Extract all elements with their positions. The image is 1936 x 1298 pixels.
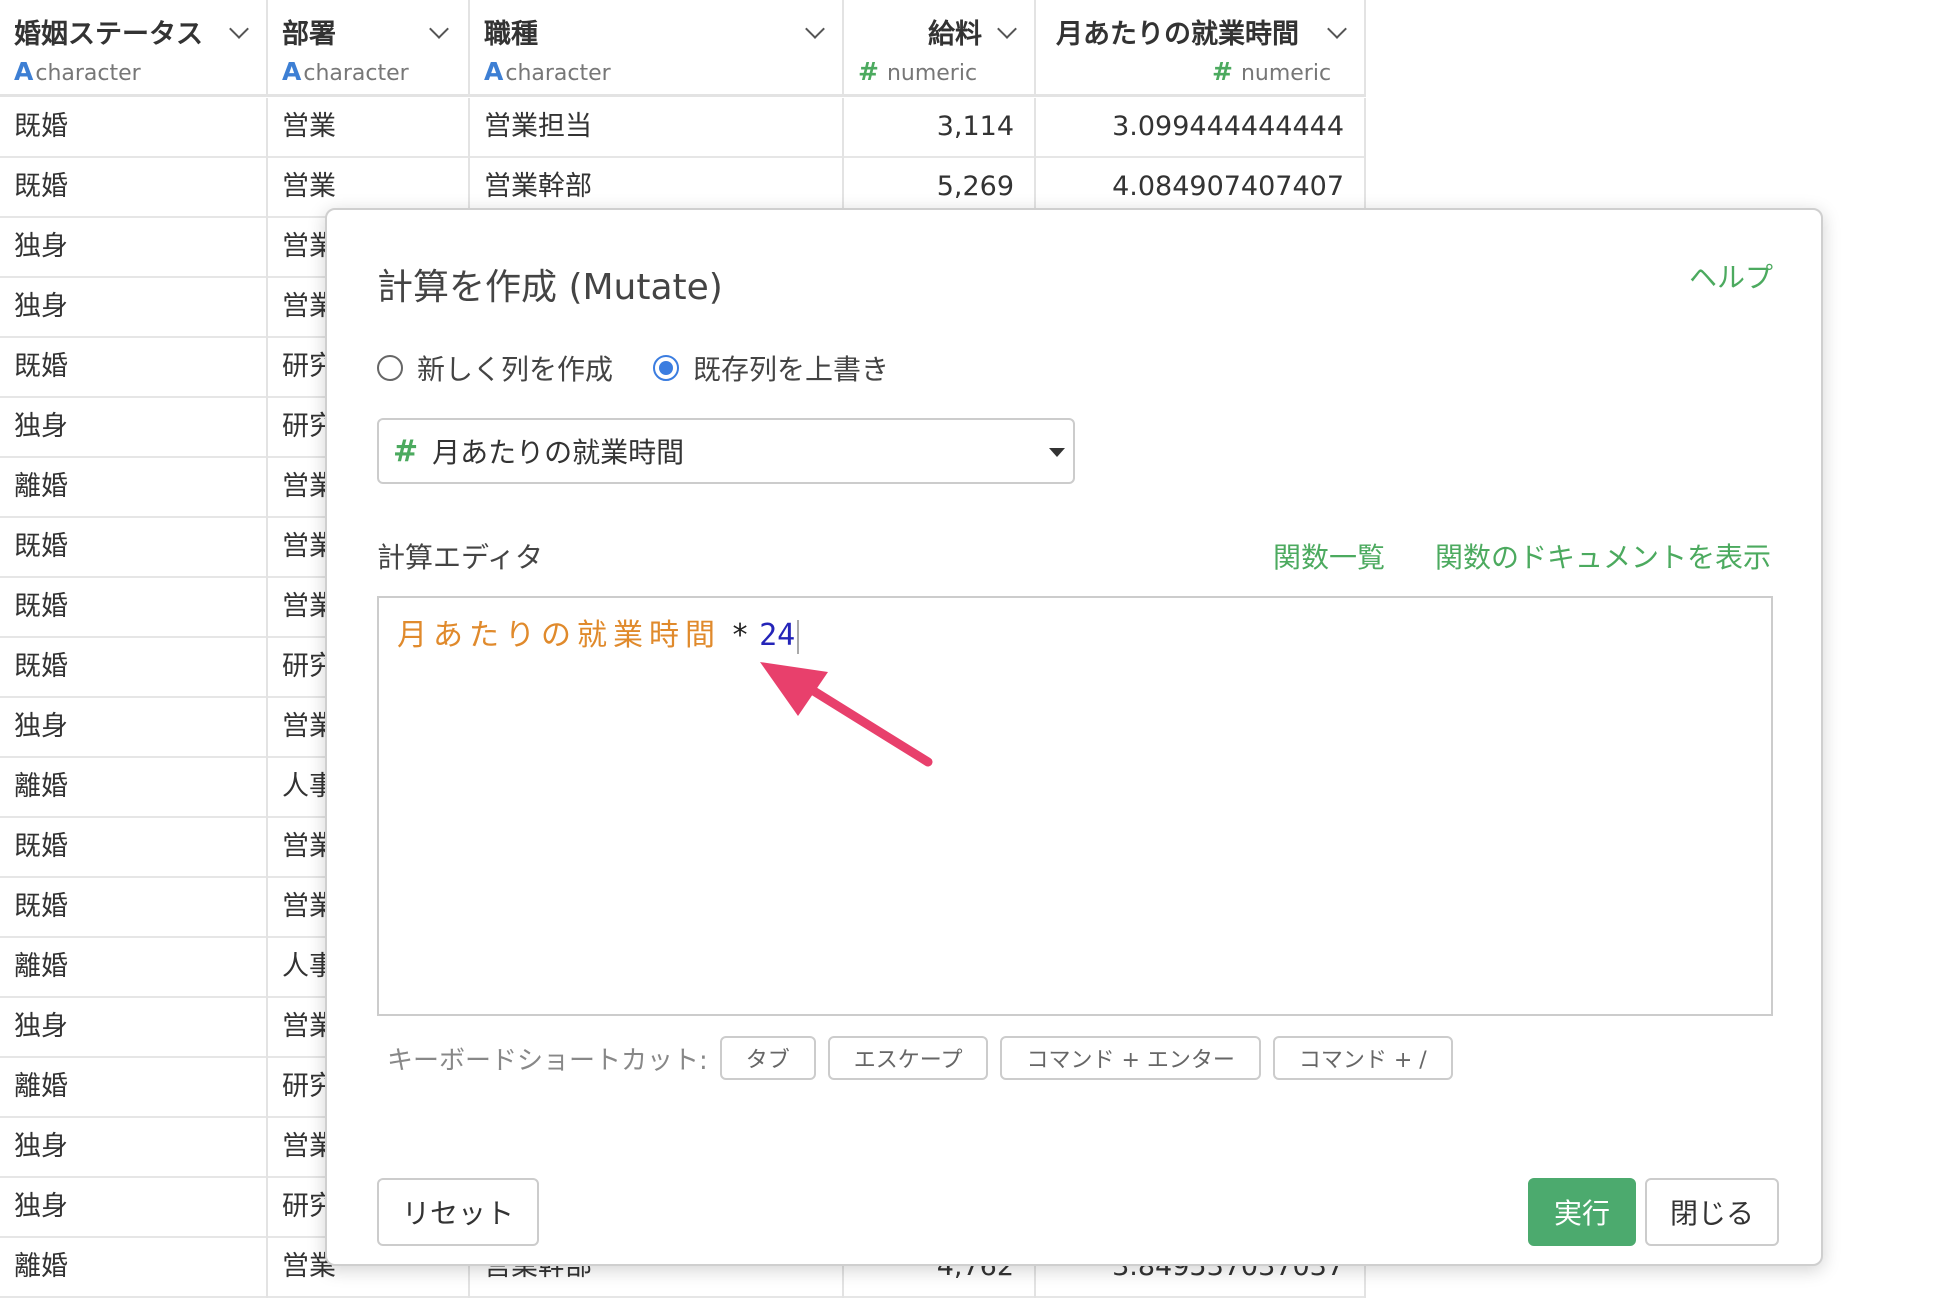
radio-overwrite-column-label[interactable]: 既存列を上書き	[693, 348, 889, 388]
table-cell: 離婚	[0, 1058, 268, 1118]
text-cursor	[797, 619, 800, 654]
chevron-down-icon[interactable]	[997, 19, 1017, 39]
table-cell: 独身	[0, 1118, 268, 1178]
character-type-icon: A	[484, 57, 504, 86]
column-select-value: 月あたりの就業時間	[432, 436, 685, 469]
column-header-monthly-hours[interactable]: 月あたりの就業時間 # numeric	[1036, 0, 1366, 97]
table-cell: 既婚	[0, 98, 268, 158]
table-cell: 離婚	[0, 758, 268, 818]
table-cell: 離婚	[0, 458, 268, 518]
table-cell: 既婚	[0, 818, 268, 878]
function-docs-link[interactable]: 関数のドキュメントを表示	[1435, 536, 1771, 576]
expression-column-token: 月あたりの就業時間	[397, 618, 721, 653]
shortcut-escape: エスケープ	[827, 1036, 989, 1080]
table-cell: 独身	[0, 398, 268, 458]
table-cell: 独身	[0, 218, 268, 278]
editor-label: 計算エディタ	[377, 541, 544, 574]
table-cell: 独身	[0, 1178, 268, 1238]
numeric-type-icon: #	[1212, 57, 1233, 86]
table-cell: 既婚	[0, 338, 268, 398]
dropdown-caret-icon	[1049, 448, 1065, 457]
shortcut-cmd-enter: コマンド + エンター	[1000, 1036, 1261, 1080]
help-link[interactable]: ヘルプ	[1689, 256, 1773, 296]
reset-button[interactable]: リセット	[377, 1178, 539, 1246]
table-cell: 独身	[0, 698, 268, 758]
expression-operator-token: *	[731, 618, 750, 653]
expression-editor[interactable]: 月あたりの就業時間 * 24	[377, 596, 1773, 1016]
column-type: character	[35, 61, 141, 86]
column-header-salary[interactable]: 給料 # numeric	[844, 0, 1036, 97]
table-cell: 離婚	[0, 1238, 268, 1298]
table-cell: 3,114	[844, 98, 1036, 158]
table-cell: 独身	[0, 998, 268, 1058]
table-cell: 既婚	[0, 878, 268, 938]
table-cell: 営業担当	[470, 98, 844, 158]
grid-header: 婚姻ステータス Acharacter 部署 Acharacter 職種 Acha…	[0, 0, 1366, 97]
column-header-marital-status[interactable]: 婚姻ステータス Acharacter	[0, 0, 268, 97]
table-cell: 既婚	[0, 578, 268, 638]
column-type: numeric	[1240, 61, 1332, 86]
dialog-title: 計算を作成 (Mutate)	[377, 267, 723, 308]
shortcut-tab: タブ	[719, 1036, 816, 1080]
column-name: 月あたりの就業時間	[1056, 19, 1299, 50]
table-cell: 3.099444444444	[1036, 98, 1366, 158]
character-type-icon: A	[14, 57, 34, 86]
expression-number-token: 24	[759, 618, 796, 653]
column-name: 婚姻ステータス	[14, 19, 203, 50]
character-type-icon: A	[282, 57, 302, 86]
keyboard-shortcuts: キーボードショートカット: タブ エスケープ コマンド + エンター コマンド …	[387, 1036, 1453, 1080]
numeric-type-icon: #	[393, 433, 419, 469]
shortcut-cmd-slash: コマンド + /	[1272, 1036, 1453, 1080]
radio-overwrite-column[interactable]	[653, 355, 680, 381]
column-name: 職種	[484, 19, 538, 50]
table-cell: 離婚	[0, 938, 268, 998]
run-button[interactable]: 実行	[1528, 1178, 1636, 1246]
radio-new-column[interactable]	[377, 355, 403, 381]
column-type: character	[303, 61, 409, 86]
mutate-dialog: 計算を作成 (Mutate) ヘルプ 新しく列を作成 既存列を上書き # 月あた…	[325, 208, 1823, 1266]
column-header-department[interactable]: 部署 Acharacter	[268, 0, 470, 97]
mode-radio-group: 新しく列を作成 既存列を上書き	[377, 348, 929, 388]
column-type: numeric	[886, 61, 978, 86]
function-list-link[interactable]: 関数一覧	[1273, 536, 1385, 576]
column-name: 給料	[928, 19, 982, 50]
table-row: 既婚 営業 営業担当 3,114 3.099444444444	[0, 98, 1366, 158]
table-cell: 営業	[268, 98, 470, 158]
radio-new-column-label[interactable]: 新しく列を作成	[417, 348, 613, 388]
table-cell: 既婚	[0, 638, 268, 698]
numeric-type-icon: #	[858, 57, 879, 86]
column-type: character	[505, 61, 611, 86]
column-header-job-role[interactable]: 職種 Acharacter	[470, 0, 844, 97]
column-name: 部署	[282, 19, 336, 50]
table-cell: 既婚	[0, 518, 268, 578]
shortcuts-label: キーボードショートカット:	[387, 1045, 708, 1076]
table-cell: 既婚	[0, 158, 268, 218]
column-select[interactable]: # 月あたりの就業時間	[377, 418, 1075, 484]
table-cell: 独身	[0, 278, 268, 338]
close-button[interactable]: 閉じる	[1645, 1178, 1779, 1246]
